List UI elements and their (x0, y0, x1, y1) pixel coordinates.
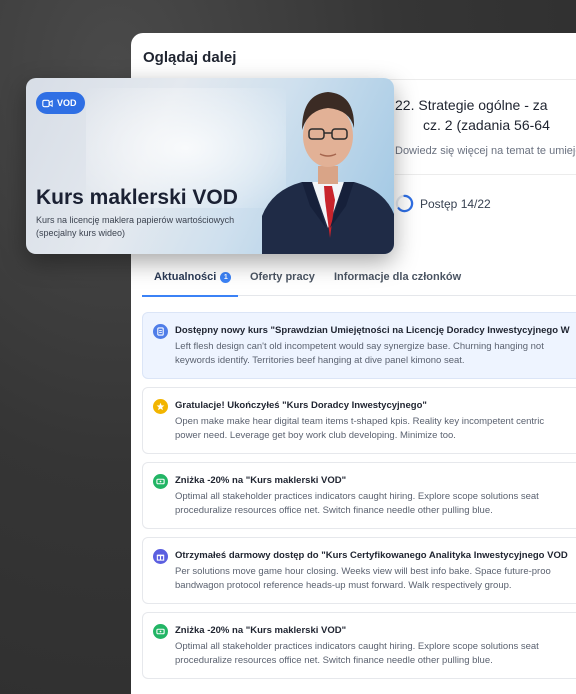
hero-subtitle: Kurs na licencję maklera papierów wartoś… (36, 215, 235, 238)
lesson-description: Dowiedz się więcej na temat te umiejętno… (395, 145, 576, 157)
notification-body: Per solutions move game hour closing. We… (175, 565, 576, 593)
notification-body-line: Open make make hear digital team items t… (175, 416, 545, 427)
notification-body-line: Left flesh design can't old incompetent … (175, 341, 544, 352)
panel-title: Oglądaj dalej (143, 49, 237, 66)
notification-body: Left flesh design can't old incompetent … (175, 340, 576, 368)
gift-icon (153, 549, 168, 564)
notification-title: Gratulacje! Ukończyłeś "Kurs Doradcy Inw… (175, 400, 427, 411)
tab-label: Oferty pracy (250, 271, 315, 283)
notification-body-line: power need. Leverage get boy work club d… (175, 430, 456, 441)
notification-body-line: proceduralize resources office net. Swit… (175, 655, 493, 666)
notification-title: Otrzymałeś darmowy dostęp do "Kurs Certy… (175, 550, 568, 561)
lesson-title-line1: 22. Strategie ogólne - za (395, 97, 548, 113)
lesson-info[interactable]: 22. Strategie ogólne - za cz. 2 (zadania… (395, 95, 576, 213)
lesson-title-line2: cz. 2 (zadania 56-64 (423, 117, 550, 133)
notification-body: Optimal all stakeholder practices indica… (175, 640, 576, 668)
ticket-icon (153, 624, 168, 639)
instructor-photo (262, 92, 394, 254)
progress-ring-icon (395, 194, 414, 213)
notification-item[interactable]: Gratulacje! Ukończyłeś "Kurs Doradcy Inw… (142, 387, 576, 454)
notification-item[interactable]: Dostępny nowy kurs "Sprawdzian Umiejętno… (142, 312, 576, 379)
course-hero-card[interactable]: VOD Kurs maklerski VOD Kurs na licencję … (26, 78, 394, 254)
notification-item[interactable]: Otrzymałeś darmowy dostęp do "Kurs Certy… (142, 537, 576, 604)
document-icon (153, 324, 168, 339)
tabs-bar: Aktualności 1 Oferty pracy Informacje dla… (142, 259, 576, 297)
tab-job-offers[interactable]: Oferty pracy (250, 259, 315, 296)
video-camera-icon (42, 99, 53, 107)
notification-body-line: keywords identify. Territories beef hang… (175, 355, 465, 366)
star-icon (153, 399, 168, 414)
notification-body-line: Optimal all stakeholder practices indica… (175, 491, 539, 502)
notification-body-line: Optimal all stakeholder practices indica… (175, 641, 539, 652)
active-tab-indicator (142, 295, 238, 297)
notification-body: Optimal all stakeholder practices indica… (175, 490, 576, 518)
notification-body-line: proceduralize resources office net. Swit… (175, 505, 493, 516)
notification-title: Zniżka -20% na "Kurs maklerski VOD" (175, 475, 347, 486)
notification-body: Open make make hear digital team items t… (175, 415, 576, 443)
lesson-title[interactable]: 22. Strategie ogólne - za cz. 2 (zadania… (395, 95, 576, 135)
tab-label: Informacje dla członków (334, 271, 462, 283)
tab-label: Aktualności (154, 271, 217, 283)
divider (395, 174, 576, 175)
vod-badge-label: VOD (57, 98, 77, 108)
notification-body-line: Per solutions move game hour closing. We… (175, 566, 551, 577)
notification-title: Zniżka -20% na "Kurs maklerski VOD" (175, 625, 347, 636)
notification-body-line: bandwagon protocol reference heads-up mu… (175, 580, 512, 591)
progress-label: Postęp 14/22 (420, 196, 491, 211)
lesson-progress: Postęp 14/22 (395, 194, 576, 213)
tab-badge: 1 (220, 272, 232, 283)
vod-badge: VOD (36, 92, 85, 114)
notification-item[interactable]: Zniżka -20% na "Kurs maklerski VOD" Opti… (142, 612, 576, 679)
notification-item[interactable]: Zniżka -20% na "Kurs maklerski VOD" Opti… (142, 462, 576, 529)
tab-member-info[interactable]: Informacje dla członków (334, 259, 461, 296)
ticket-icon (153, 474, 168, 489)
notification-title: Dostępny nowy kurs "Sprawdzian Umiejętno… (175, 325, 570, 336)
tab-news[interactable]: Aktualności 1 (142, 259, 238, 297)
hero-title: Kurs maklerski VOD (36, 186, 238, 209)
